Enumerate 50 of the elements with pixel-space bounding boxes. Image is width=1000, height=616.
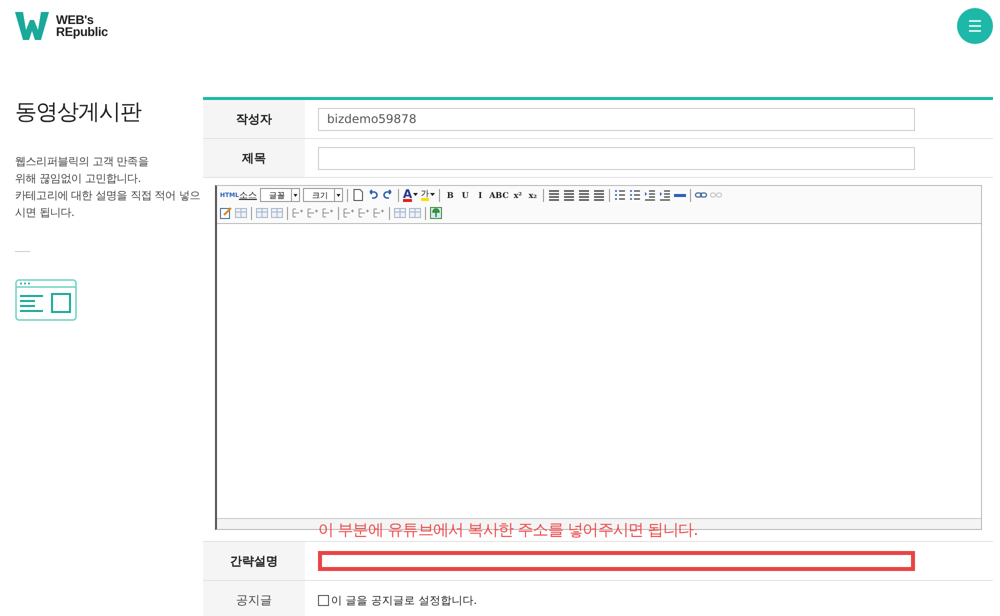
caret-icon	[334, 189, 342, 201]
table-row-icon[interactable]	[373, 207, 385, 219]
highlight-button[interactable]: 가	[421, 189, 436, 201]
field-label: 제목	[203, 139, 305, 177]
checkbox-label: 이 글을 공지글로 설정합니다.	[331, 592, 477, 608]
format-button[interactable]: I	[474, 190, 486, 200]
text-field[interactable]: bizdemo59878	[318, 108, 915, 130]
logo-icon	[15, 12, 49, 40]
format-button[interactable]: U	[459, 190, 472, 200]
caret-icon	[413, 193, 418, 197]
indent-icon[interactable]	[644, 189, 656, 201]
caret-icon	[430, 193, 436, 197]
new-page-icon[interactable]	[352, 189, 364, 201]
align-icon[interactable]	[578, 189, 590, 201]
format-button[interactable]: x₂	[526, 190, 539, 200]
table-row-icon[interactable]	[358, 207, 370, 219]
checkbox[interactable]	[318, 594, 329, 606]
table-row-icon[interactable]	[343, 207, 355, 219]
list-icon[interactable]	[614, 189, 626, 201]
image-icon[interactable]	[430, 207, 442, 219]
menu-button[interactable]	[957, 8, 993, 44]
toolbar-dropdown[interactable]: 글꼴	[260, 188, 300, 202]
logo-text: WEB's	[56, 14, 95, 26]
align-icon[interactable]	[562, 189, 575, 201]
menu-icon	[968, 20, 982, 32]
undo-icon[interactable]	[366, 189, 379, 201]
board-title: 동영상게시판	[15, 99, 142, 127]
board-description: 웹스리퍼블릭의 고객 만족을 위해 끊임없이 고민합니다. 카테고리에 대한 설명을 직접 적어 넣으 시면 됩니다.	[15, 154, 202, 221]
window-icon	[15, 279, 77, 321]
field-label: 작성자	[203, 100, 305, 138]
align-icon[interactable]	[592, 189, 605, 201]
field-label: 간략설명	[203, 542, 305, 580]
toolbar-dropdown[interactable]: 크기	[302, 188, 343, 202]
format-button[interactable]: x²	[512, 190, 524, 200]
format-button[interactable]: ABC	[489, 190, 509, 200]
format-button[interactable]: B	[444, 190, 456, 200]
edit-icon[interactable]	[220, 207, 232, 219]
align-icon[interactable]	[548, 189, 560, 201]
table-row-icon[interactable]	[322, 207, 334, 219]
list-icon[interactable]	[628, 189, 641, 201]
logo-text: REpublic	[56, 26, 108, 38]
text-field[interactable]	[318, 551, 915, 571]
table-row-icon[interactable]	[307, 207, 319, 219]
logo[interactable]: WEB's REpublic	[15, 12, 108, 40]
indent-icon[interactable]	[658, 189, 671, 201]
field-label: 공지글	[203, 581, 305, 616]
caret-icon	[290, 189, 299, 201]
redo-icon[interactable]	[382, 189, 394, 201]
table-row-icon[interactable]	[292, 207, 304, 219]
text-field[interactable]	[318, 146, 915, 170]
